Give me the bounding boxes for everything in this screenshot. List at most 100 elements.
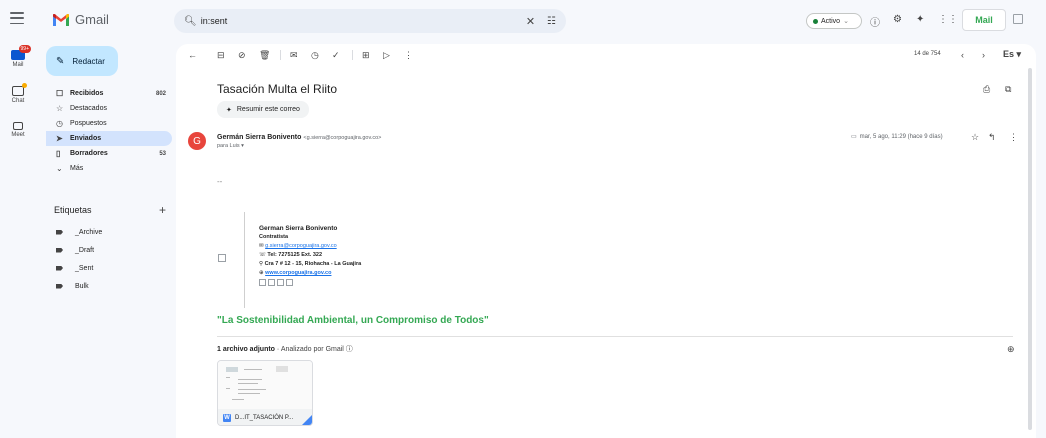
app-rail: 99+ Mail Chat Meet [0, 45, 36, 154]
labels-header: Etiquetas + [54, 203, 166, 217]
newer-chevron-icon[interactable]: ‹ [961, 50, 964, 60]
label-name: _Draft [75, 246, 95, 254]
gemini-sparkle-icon[interactable]: ✦ [916, 14, 924, 25]
attachment-card[interactable]: W D...IT_TASACIÓN P... [217, 360, 313, 426]
info-icon[interactable]: ⓘ [346, 346, 353, 353]
signature-email-link[interactable]: g.sierra@corpoguajira.gov.co [265, 243, 337, 249]
more-vertical-icon[interactable]: ⋮ [404, 50, 413, 61]
pagination-count: 14 de 754 [914, 51, 941, 57]
labels-title: Etiquetas [54, 205, 92, 215]
unread-badge: 99+ [18, 45, 31, 53]
sender-avatar[interactable]: G [188, 132, 206, 150]
labels-list: _Archive _Draft _Sent Bulk [46, 223, 172, 295]
nav-item-more[interactable]: ⌄ Más [46, 161, 172, 176]
nav-item-snoozed[interactable]: ◷ Pospuestos [46, 116, 172, 131]
help-icon[interactable]: ⓘ [870, 14, 880, 29]
snooze-clock-icon[interactable]: ◷ [311, 50, 319, 61]
attachment-indicator-icon: ▭ [851, 134, 857, 140]
label-item[interactable]: _Sent [46, 259, 172, 277]
search-input[interactable] [200, 16, 520, 26]
label-tag-icon [56, 283, 63, 289]
label-icon[interactable]: ▷ [383, 50, 390, 61]
older-chevron-icon[interactable]: › [982, 50, 985, 60]
social-broken-image-icon[interactable] [277, 279, 284, 286]
star-icon[interactable]: ☆ [971, 132, 979, 143]
social-icons [259, 279, 361, 286]
input-language-selector[interactable]: Es ▾ [1003, 49, 1021, 60]
status-selector[interactable]: Activo ⌄ [806, 13, 862, 29]
signature-email-row: ✉ g.sierra@corpoguajira.gov.co [259, 242, 361, 251]
label-tag-icon [56, 247, 63, 253]
rail-mail[interactable]: 99+ Mail [0, 45, 36, 82]
attachment-file-name: D...IT_TASACIÓN P... [235, 415, 294, 421]
account-logo-text: Mail [975, 15, 993, 25]
label-tag-icon [56, 265, 63, 271]
recipient-line[interactable]: para Luis ▾ [217, 143, 244, 149]
signature-web-row: ⊕ www.corpoguajira.gov.co [259, 269, 361, 278]
mark-unread-icon[interactable]: ✉ [290, 50, 298, 61]
add-to-drive-icon[interactable]: ⊕ [1007, 344, 1015, 355]
attachments-divider [217, 336, 1013, 337]
rail-mail-label: Mail [12, 62, 24, 68]
add-label-icon[interactable]: + [159, 203, 166, 217]
nav-label: Enviados [70, 135, 102, 142]
apps-grid-icon[interactable]: ⋮⋮ [938, 14, 958, 25]
rail-meet-label: Meet [11, 132, 25, 138]
settings-gear-icon[interactable]: ⚙ [893, 14, 902, 25]
rail-chat-label: Chat [11, 98, 25, 104]
social-broken-image-icon[interactable] [259, 279, 266, 286]
nav-label: Pospuestos [70, 120, 107, 127]
compose-button[interactable]: ✎ Redactar [46, 46, 118, 76]
signature-web-link[interactable]: www.corpoguajira.gov.co [265, 270, 331, 276]
nav-item-drafts[interactable]: ▯ Borradores 53 [46, 146, 172, 161]
message-scrollbar[interactable] [1028, 68, 1032, 430]
nav-item-inbox[interactable]: ☐ Recibidos 802 [46, 86, 172, 101]
open-new-window-icon[interactable]: ⧉ [1005, 84, 1011, 95]
more-vertical-icon[interactable]: ⋮ [1009, 132, 1018, 143]
email-date: mar, 5 ago, 11:29 (hace 9 días) [859, 133, 943, 140]
back-arrow-icon[interactable]: ← [188, 50, 197, 60]
inbox-icon: ☐ [56, 89, 64, 98]
delete-trash-icon[interactable]: 🗑︎ [259, 50, 270, 61]
signature-name: German Sierra Bonivento [259, 225, 338, 232]
clear-search-icon[interactable]: ✕ [526, 15, 535, 28]
lang-label: Es [1003, 49, 1015, 59]
status-label: Activo [821, 17, 841, 25]
search-icon[interactable]: 🔍︎ [184, 16, 197, 27]
chat-notification-dot [22, 83, 27, 88]
social-broken-image-icon[interactable] [268, 279, 275, 286]
attachment-preview [218, 361, 312, 409]
nav-item-starred[interactable]: ☆ Destacados [46, 101, 172, 116]
scan-status: Analizado por Gmail [280, 346, 344, 353]
archive-icon[interactable]: ⊟ [217, 50, 225, 61]
main-menu-icon[interactable] [10, 12, 24, 24]
label-item[interactable]: _Archive [46, 223, 172, 241]
account-logo[interactable]: Mail [962, 9, 1006, 31]
gmail-logo[interactable]: Gmail [52, 12, 109, 27]
nav-count: 53 [159, 150, 166, 157]
reply-icon[interactable]: ↰ [988, 132, 996, 143]
add-task-icon[interactable]: ✓ [332, 50, 340, 61]
nav-label: Recibidos [70, 90, 104, 97]
signature-role: Contratista [259, 234, 289, 240]
toolbar-divider [280, 50, 281, 60]
move-to-icon[interactable]: ⊞ [362, 50, 370, 61]
rail-chat[interactable]: Chat [0, 82, 36, 118]
nav-item-sent[interactable]: ➤ Enviados [46, 131, 172, 146]
sender-name: Germán Sierra Bonivento [217, 134, 302, 141]
social-broken-image-icon[interactable] [286, 279, 293, 286]
rail-meet[interactable]: Meet [0, 118, 36, 154]
signature-tel: Tel: 7275125 Ext. 322 [267, 252, 323, 258]
nav-label: Destacados [70, 105, 107, 112]
print-icon[interactable]: ⎙ [983, 84, 990, 95]
recipient-label: para Luis [217, 143, 240, 149]
search-options-icon[interactable]: ☷ [547, 16, 556, 27]
avatar-broken-image-icon[interactable] [1013, 14, 1023, 24]
summarize-button[interactable]: ✦ Resumir este correo [217, 101, 309, 118]
report-spam-icon[interactable]: ⊘ [238, 50, 246, 61]
label-item[interactable]: Bulk [46, 277, 172, 295]
app-name: Gmail [75, 12, 109, 27]
nav-label: Borradores [70, 150, 108, 157]
label-item[interactable]: _Draft [46, 241, 172, 259]
signature-motto: "La Sostenibilidad Ambiental, un Comprom… [217, 315, 489, 326]
